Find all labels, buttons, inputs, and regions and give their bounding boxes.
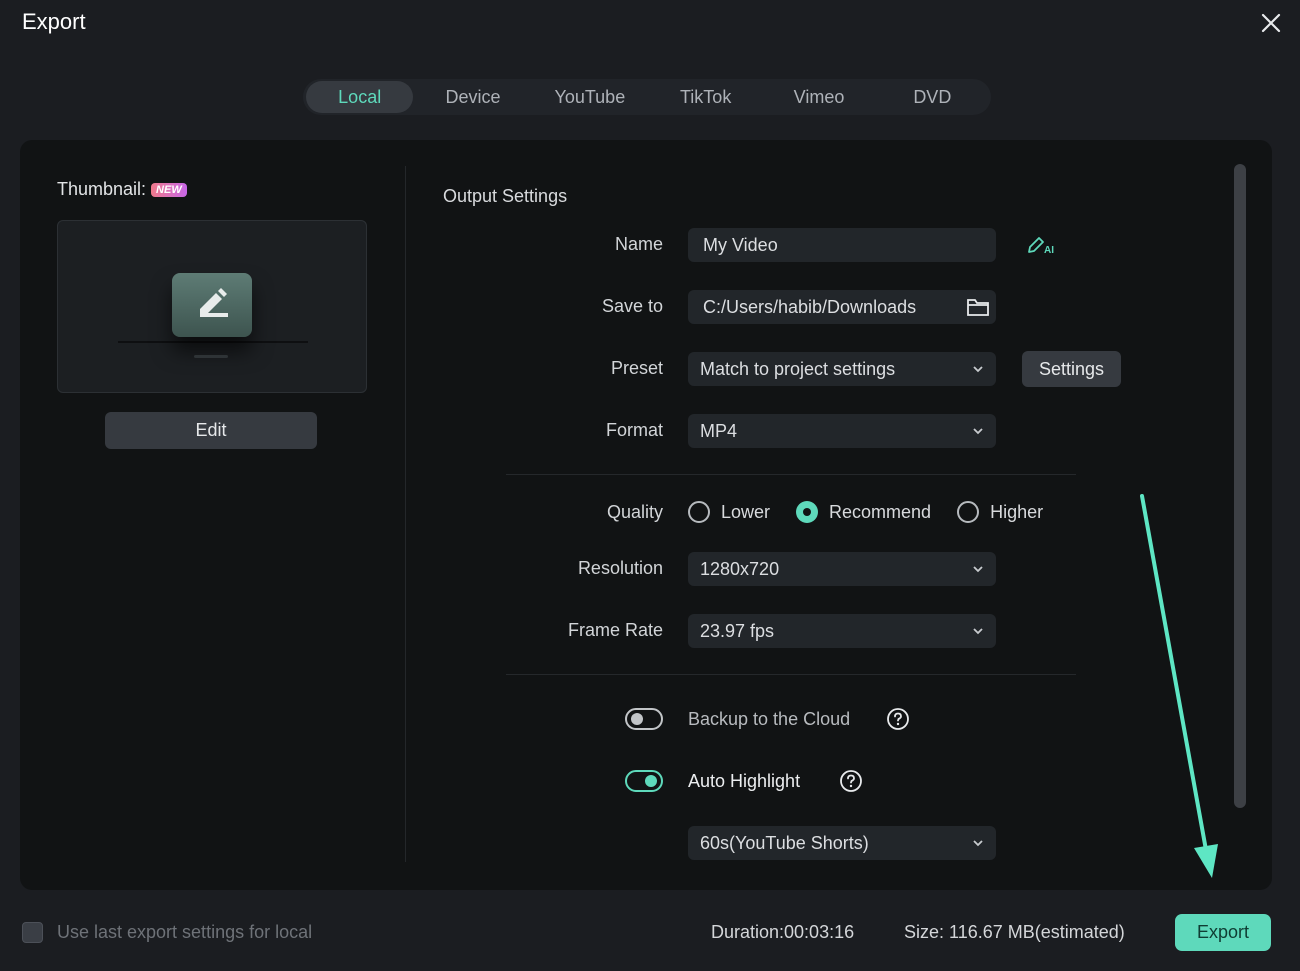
save-to-field[interactable]: C:/Users/habib/Downloads xyxy=(688,290,996,324)
svg-text:AI: AI xyxy=(1044,245,1054,256)
section-divider xyxy=(506,474,1076,475)
quality-recommend-radio[interactable]: Recommend xyxy=(796,501,931,523)
thumbnail-label-text: Thumbnail: xyxy=(57,179,147,199)
save-to-value: C:/Users/habib/Downloads xyxy=(703,297,917,317)
size-estimate: Size: 116.67 MB(estimated) xyxy=(904,922,1125,942)
format-value: MP4 xyxy=(700,421,738,441)
export-button[interactable]: Export xyxy=(1175,914,1271,951)
new-badge: NEW xyxy=(151,182,187,197)
quality-higher-label: Higher xyxy=(990,501,1044,522)
folder-icon[interactable] xyxy=(966,296,990,318)
quality-lower-label: Lower xyxy=(721,501,771,522)
name-value: My Video xyxy=(703,235,778,255)
preset-settings-button[interactable]: Settings xyxy=(1022,351,1121,387)
thumbnail-label: Thumbnail: NEW xyxy=(57,179,187,200)
name-label: Name xyxy=(614,234,663,254)
chevron-down-icon xyxy=(973,628,983,635)
edit-thumbnail-button[interactable]: Edit xyxy=(105,412,317,449)
tab-device[interactable]: Device xyxy=(413,81,532,113)
toggle-knob xyxy=(631,713,643,725)
quality-higher-radio[interactable]: Higher xyxy=(957,501,1043,523)
preset-label: Preset xyxy=(610,358,663,378)
preset-value: Match to project settings xyxy=(700,359,896,379)
backup-cloud-label: Backup to the Cloud xyxy=(688,709,851,729)
help-icon[interactable] xyxy=(886,707,910,731)
page-title: Export xyxy=(22,9,86,34)
output-settings-title: Output Settings xyxy=(443,186,568,206)
preset-select[interactable]: Match to project settings xyxy=(688,352,996,386)
quality-recommend-label: Recommend xyxy=(829,501,932,522)
thumbnail-preview[interactable] xyxy=(57,220,367,393)
auto-highlight-toggle[interactable] xyxy=(625,770,663,792)
quality-lower-radio[interactable]: Lower xyxy=(688,501,770,523)
auto-highlight-label: Auto Highlight xyxy=(688,771,801,791)
close-icon xyxy=(1261,13,1281,33)
vertical-divider xyxy=(405,166,406,862)
pencil-edit-icon xyxy=(200,288,228,317)
tab-local[interactable]: Local xyxy=(306,81,414,113)
resolution-select[interactable]: 1280x720 xyxy=(688,552,996,586)
quality-label: Quality xyxy=(606,502,663,522)
auto-highlight-duration-select[interactable]: 60s(YouTube Shorts) xyxy=(688,826,996,860)
scrollbar[interactable] xyxy=(1234,164,1246,808)
frame-rate-select[interactable]: 23.97 fps xyxy=(688,614,996,648)
resolution-value: 1280x720 xyxy=(700,559,780,579)
use-last-settings-label: Use last export settings for local xyxy=(57,922,313,942)
help-icon[interactable] xyxy=(839,769,863,793)
section-divider xyxy=(506,674,1076,675)
tab-youtube[interactable]: YouTube xyxy=(533,81,647,113)
export-target-tabs: Local Device YouTube TikTok Vimeo DVD xyxy=(303,79,991,115)
tab-dvd[interactable]: DVD xyxy=(874,81,991,113)
thumbnail-placeholder xyxy=(172,273,252,337)
thumbnail-reflection xyxy=(194,355,228,358)
duration-readout: Duration:00:03:16 xyxy=(711,922,855,942)
use-last-settings-checkbox[interactable] xyxy=(22,922,43,943)
close-button[interactable] xyxy=(1258,10,1284,36)
thumbnail-shadow xyxy=(118,341,308,343)
chevron-down-icon xyxy=(973,566,983,573)
resolution-label: Resolution xyxy=(577,558,663,578)
tab-vimeo[interactable]: Vimeo xyxy=(764,81,873,113)
chevron-down-icon xyxy=(973,428,983,435)
export-settings-panel: Thumbnail: NEW Edit Output Settings Name… xyxy=(20,140,1272,890)
chevron-down-icon xyxy=(973,840,983,847)
frame-rate-value: 23.97 fps xyxy=(700,621,775,641)
radio-unchecked-icon xyxy=(688,501,710,523)
auto-highlight-duration-value: 60s(YouTube Shorts) xyxy=(700,833,869,853)
radio-unchecked-icon xyxy=(957,501,980,523)
format-label: Format xyxy=(605,420,663,440)
name-input[interactable]: My Video xyxy=(688,228,996,262)
quality-radio-group: Lower Recommend Higher xyxy=(688,501,1069,523)
radio-checked-icon xyxy=(796,501,819,523)
frame-rate-label: Frame Rate xyxy=(567,620,663,640)
chevron-down-icon xyxy=(973,366,983,373)
format-select[interactable]: MP4 xyxy=(688,414,996,448)
save-to-label: Save to xyxy=(601,296,663,316)
tab-tiktok[interactable]: TikTok xyxy=(647,81,764,113)
toggle-knob xyxy=(645,775,657,787)
ai-pen-icon[interactable]: AI xyxy=(1026,234,1058,256)
backup-cloud-toggle[interactable] xyxy=(625,708,663,730)
